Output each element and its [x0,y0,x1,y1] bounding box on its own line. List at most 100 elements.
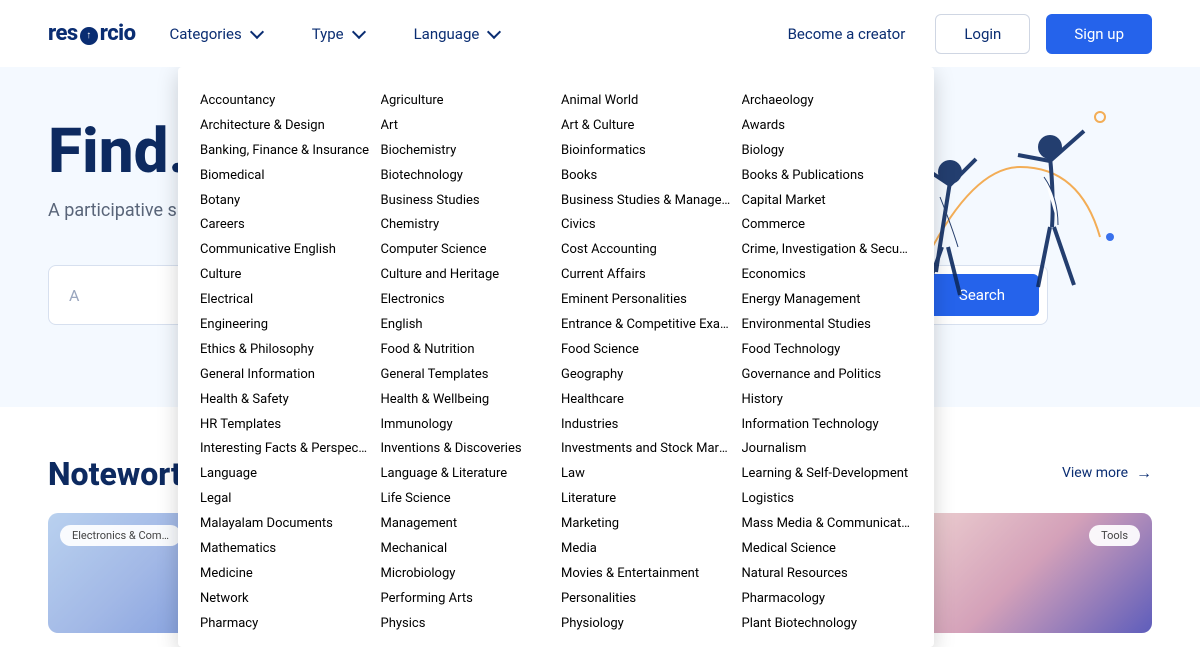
category-link[interactable]: Electrical [200,288,371,313]
nav-categories[interactable]: Categories [170,25,262,43]
category-link[interactable]: Botany [200,189,371,214]
category-link[interactable]: Mechanical [381,537,552,562]
category-link[interactable]: Pharmacy [200,612,371,637]
category-link[interactable]: Architecture & Design [200,114,371,139]
category-link[interactable]: Personalities [561,587,732,612]
signup-button[interactable]: Sign up [1046,14,1152,54]
category-link[interactable]: Industries [561,413,732,438]
category-link[interactable]: Crime, Investigation & Security [742,238,913,263]
category-link[interactable]: Books & Publications [742,164,913,189]
category-link[interactable]: Banking, Finance & Insurance [200,139,371,164]
category-link[interactable]: Current Affairs [561,263,732,288]
category-link[interactable]: Literature [561,487,732,512]
category-link[interactable]: Health & Wellbeing [381,388,552,413]
category-link[interactable]: Biology [742,139,913,164]
category-link[interactable]: Information Technology [742,413,913,438]
category-link[interactable]: Marketing [561,512,732,537]
category-link[interactable]: Media [561,537,732,562]
category-link[interactable]: Biotechnology [381,164,552,189]
category-link[interactable]: Network [200,587,371,612]
category-link[interactable]: Food & Nutrition [381,338,552,363]
category-link[interactable]: Eminent Personalities [561,288,732,313]
category-link[interactable]: Economics [742,263,913,288]
category-link[interactable]: Ethics & Philosophy [200,338,371,363]
category-link[interactable]: Immunology [381,413,552,438]
category-link[interactable]: Awards [742,114,913,139]
category-link[interactable]: Language [200,462,371,487]
category-link[interactable]: General Information [200,363,371,388]
category-link[interactable]: Life Science [381,487,552,512]
category-link[interactable]: Performing Arts [381,587,552,612]
category-link[interactable]: Civics [561,213,732,238]
category-link[interactable]: Computer Science [381,238,552,263]
category-link[interactable]: Learning & Self-Development [742,462,913,487]
category-link[interactable]: Movies & Entertainment [561,562,732,587]
category-link[interactable]: Capital Market [742,189,913,214]
category-link[interactable]: Business Studies & Manageme... [561,189,732,214]
category-link[interactable]: General Templates [381,363,552,388]
category-link[interactable]: Interesting Facts & Perspectives [200,437,371,462]
category-link[interactable]: Mass Media & Communication [742,512,913,537]
category-link[interactable]: Chemistry [381,213,552,238]
category-link[interactable]: Food Science [561,338,732,363]
category-link[interactable]: Cost Accounting [561,238,732,263]
login-button[interactable]: Login [935,14,1030,54]
category-link[interactable]: Physiology [561,612,732,637]
category-link[interactable]: Energy Management [742,288,913,313]
category-link[interactable]: Careers [200,213,371,238]
category-link[interactable]: Biomedical [200,164,371,189]
category-link[interactable]: Investments and Stock Market [561,437,732,462]
category-link[interactable]: Mathematics [200,537,371,562]
site-logo[interactable]: resrcio [48,21,136,46]
main-nav: Categories Type Language [170,25,500,43]
category-link[interactable]: Geography [561,363,732,388]
category-link[interactable]: Entrance & Competitive Exami... [561,313,732,338]
category-link[interactable]: HR Templates [200,413,371,438]
nav-language[interactable]: Language [414,25,500,43]
arrow-right-icon: → [1136,463,1152,483]
category-link[interactable]: Journalism [742,437,913,462]
category-link[interactable]: Biochemistry [381,139,552,164]
category-link[interactable]: Governance and Politics [742,363,913,388]
category-link[interactable]: Logistics [742,487,913,512]
category-link[interactable]: Accountancy [200,89,371,114]
category-link[interactable]: Legal [200,487,371,512]
category-link[interactable]: Art [381,114,552,139]
category-link[interactable]: Agriculture [381,89,552,114]
category-link[interactable]: Culture [200,263,371,288]
category-link[interactable]: Medicine [200,562,371,587]
category-link[interactable]: Microbiology [381,562,552,587]
category-link[interactable]: Management [381,512,552,537]
category-link[interactable]: Electronics [381,288,552,313]
category-link[interactable]: Inventions & Discoveries [381,437,552,462]
category-link[interactable]: Food Technology [742,338,913,363]
category-link[interactable]: Business Studies [381,189,552,214]
view-more-link[interactable]: View more → [1062,463,1152,483]
category-link[interactable]: Plant Biotechnology [742,612,913,637]
category-link[interactable]: Books [561,164,732,189]
logo-upload-icon [80,27,98,45]
category-link[interactable]: Physics [381,612,552,637]
category-link[interactable]: Culture and Heritage [381,263,552,288]
category-link[interactable]: Law [561,462,732,487]
category-link[interactable]: Engineering [200,313,371,338]
category-link[interactable]: Animal World [561,89,732,114]
category-link[interactable]: Medical Science [742,537,913,562]
view-more-label: View more [1062,465,1128,481]
category-link[interactable]: Environmental Studies [742,313,913,338]
nav-type[interactable]: Type [312,25,364,43]
become-creator-link[interactable]: Become a creator [788,25,906,43]
category-link[interactable]: Archaeology [742,89,913,114]
category-link[interactable]: Health & Safety [200,388,371,413]
category-link[interactable]: Malayalam Documents [200,512,371,537]
category-link[interactable]: Communicative English [200,238,371,263]
category-link[interactable]: Healthcare [561,388,732,413]
category-link[interactable]: Pharmacology [742,587,913,612]
category-link[interactable]: Bioinformatics [561,139,732,164]
category-link[interactable]: English [381,313,552,338]
category-link[interactable]: History [742,388,913,413]
category-link[interactable]: Natural Resources [742,562,913,587]
category-link[interactable]: Commerce [742,213,913,238]
category-link[interactable]: Language & Literature [381,462,552,487]
category-link[interactable]: Art & Culture [561,114,732,139]
